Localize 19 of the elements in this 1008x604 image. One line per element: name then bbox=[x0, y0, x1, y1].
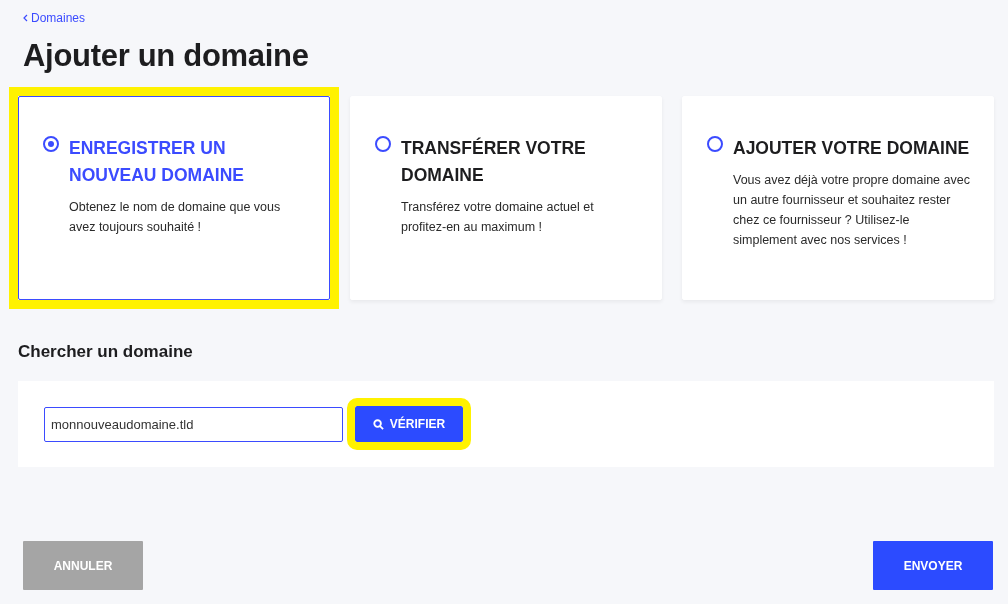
option-description: Transférez votre domaine actuel et profitez-en au maximum ! bbox=[401, 199, 595, 236]
option-card[interactable]: ENREGISTRER UN NOUVEAU DOMAINE Obtenez le nom de domaine que vous avez toujours souhaité ! bbox=[18, 96, 330, 300]
option-description: Obtenez le nom de domaine que vous avez toujours souhaité ! bbox=[69, 199, 282, 236]
option-description: Vous avez déjà votre propre domaine avec un autre fournisseur et souhaitez rester chez ce fournisseur ? Utilisez-le simplement avec nos services ! bbox=[733, 172, 971, 249]
radio-button[interactable] bbox=[707, 136, 723, 152]
radio-button[interactable] bbox=[375, 136, 391, 152]
submit-button[interactable]: ENVOYER bbox=[873, 541, 993, 590]
breadcrumb-link[interactable]: Domaines bbox=[23, 11, 86, 25]
option-title: ENREGISTRER UN NOUVEAU DOMAINE bbox=[69, 137, 245, 187]
page-title: Ajouter un domaine bbox=[23, 38, 310, 74]
radio-button[interactable] bbox=[43, 136, 59, 152]
domain-input-field[interactable]: monnouveaudomaine.tld bbox=[44, 406, 343, 442]
chevron-left-icon bbox=[23, 14, 28, 22]
option-title: TRANSFÉRER VOTRE DOMAINE bbox=[401, 136, 587, 187]
option-card[interactable]: TRANSFÉRER VOTRE DOMAINE Transférez votre domaine actuel et profitez-en au maximum ! bbox=[350, 96, 662, 300]
section-heading: Chercher un domaine bbox=[18, 342, 194, 362]
option-title: AJOUTER VOTRE DOMAINE bbox=[733, 137, 971, 160]
search-icon bbox=[372, 418, 384, 430]
option-card[interactable]: AJOUTER VOTRE DOMAINE Vous avez déjà votre propre domaine avec un autre fournisseur et souhaitez rester chez ce fournisseur ? Utilisez-le simplement avec nos services ! bbox=[682, 96, 994, 300]
